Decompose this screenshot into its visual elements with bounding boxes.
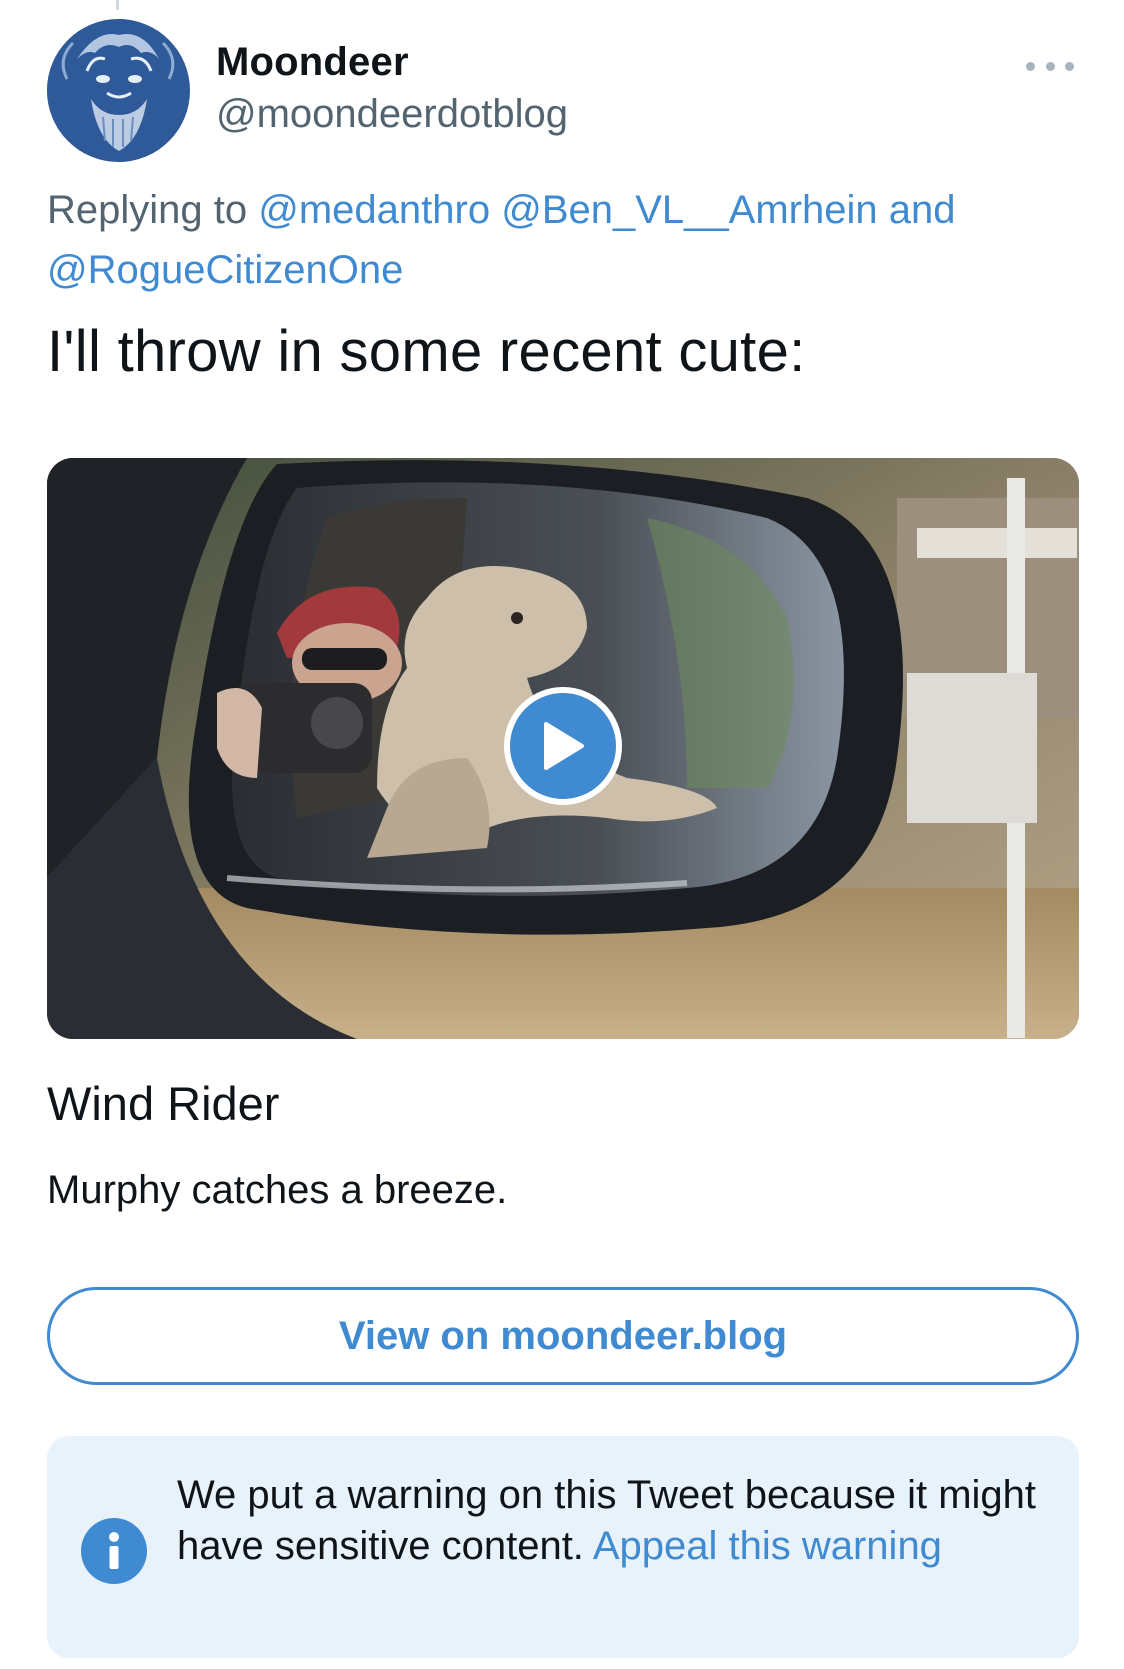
mention-link[interactable]: @Ben_VL__Amrhein — [501, 188, 877, 232]
avatar[interactable] — [47, 19, 190, 162]
card-description: Murphy catches a breeze. — [47, 1168, 508, 1212]
mention-link[interactable]: @medanthro — [258, 188, 490, 232]
info-icon — [81, 1518, 147, 1584]
mention-link[interactable]: @RogueCitizenOne — [47, 248, 403, 292]
view-on-site-button[interactable]: View on moondeer.blog — [47, 1287, 1079, 1385]
reply-context-prefix: Replying to — [47, 188, 248, 232]
reply-context: Replying to @medanthro @Ben_VL__Amrhein … — [47, 180, 1067, 300]
mention-conjunction[interactable]: and — [889, 188, 956, 232]
video-media[interactable] — [47, 458, 1079, 1039]
more-horizontal-icon-dot-1 — [1026, 61, 1035, 71]
thread-connector-line — [116, 0, 119, 10]
author-handle[interactable]: @moondeerdotblog — [216, 92, 568, 137]
card-title: Wind Rider — [47, 1077, 280, 1130]
sensitive-content-warning: We put a warning on this Tweet because i… — [47, 1436, 1079, 1658]
appeal-warning-link[interactable]: Appeal this warning — [593, 1524, 942, 1568]
more-options-button[interactable] — [1026, 52, 1074, 80]
more-horizontal-icon-dot-3 — [1065, 61, 1074, 71]
info-icon-glyph — [109, 1532, 119, 1569]
tweet-text: I'll throw in some recent cute: — [47, 319, 806, 384]
more-horizontal-icon-dot-2 — [1045, 61, 1055, 71]
play-icon — [544, 722, 584, 770]
avatar-image — [47, 19, 189, 161]
author-display-name[interactable]: Moondeer — [216, 40, 409, 85]
play-button[interactable] — [504, 687, 622, 805]
warning-text-block: We put a warning on this Tweet because i… — [177, 1470, 1037, 1572]
